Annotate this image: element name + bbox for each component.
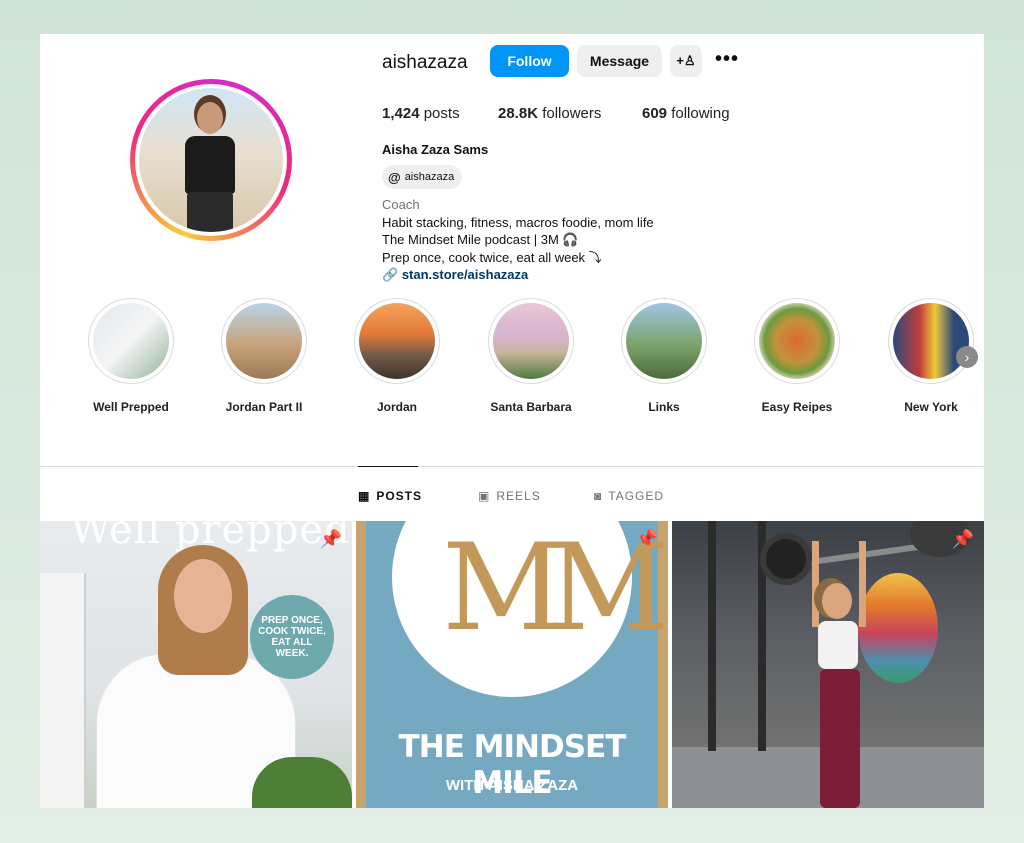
bio-line: The Mindset Mile podcast | 3M 🎧 xyxy=(382,232,579,247)
threads-badge[interactable]: @ aishazaza xyxy=(382,165,463,189)
post-tile[interactable]: Well prepped PREP ONCE, COOK TWICE, EAT … xyxy=(40,521,352,808)
pin-icon: 📌 xyxy=(951,529,974,549)
following-count[interactable]: 609 following xyxy=(642,105,730,122)
post-subtitle-text: WITH AISHA ZAZA xyxy=(445,777,579,794)
profile-link[interactable]: 🔗 stan.store/aishazaza xyxy=(382,266,654,284)
highlight-item[interactable]: Santa Barbara xyxy=(476,298,586,414)
podcast-logo: MM xyxy=(442,521,668,658)
highlights-next-button[interactable]: › xyxy=(956,346,978,368)
highlight-item[interactable]: Easy Reipes xyxy=(742,298,852,414)
tagged-icon: ◙ xyxy=(594,489,603,503)
tab-posts[interactable]: ▦ POSTS xyxy=(358,489,422,503)
threads-handle: aishazaza xyxy=(404,171,455,183)
follow-button[interactable]: Follow xyxy=(490,45,569,77)
pin-icon: 📌 xyxy=(635,529,658,549)
post-badge-text: PREP ONCE, COOK TWICE, EAT ALL WEEK. xyxy=(250,595,334,679)
highlight-item[interactable]: Links xyxy=(609,298,719,414)
story-highlights: Well Prepped Jordan Part II Jordan Santa… xyxy=(76,298,976,418)
post-tile[interactable]: 📌 xyxy=(672,521,984,808)
tabs-divider xyxy=(40,466,984,467)
message-button[interactable]: Message xyxy=(577,45,662,77)
active-tab-indicator xyxy=(358,466,418,467)
username: aishazaza xyxy=(382,52,468,73)
highlight-item[interactable]: Jordan Part II xyxy=(209,298,319,414)
add-user-icon[interactable]: +♙ xyxy=(670,45,702,77)
grid-icon: ▦ xyxy=(358,489,371,503)
profile-avatar-ring[interactable] xyxy=(130,79,292,241)
posts-count[interactable]: 1,424 posts xyxy=(382,105,460,122)
full-name: Aisha Zaza Sams xyxy=(382,142,489,157)
link-icon: 🔗 xyxy=(382,267,402,282)
reels-icon: ▣ xyxy=(478,489,491,503)
followers-count[interactable]: 28.8K followers xyxy=(498,105,601,122)
bio: Coach Habit stacking, fitness, macros fo… xyxy=(382,196,654,284)
bio-line: Habit stacking, fitness, macros foodie, … xyxy=(382,214,654,230)
avatar xyxy=(139,88,283,232)
post-tile[interactable]: MM THE MINDSET MILE WITH AISHA ZAZA 📌 xyxy=(356,521,668,808)
profile-card: aishazaza Follow Message +♙ ••• 1,424 po… xyxy=(40,34,984,808)
bio-line: Prep once, cook twice, eat all week ⤵ xyxy=(382,249,602,265)
category-label: Coach xyxy=(382,197,420,212)
pin-icon: 📌 xyxy=(319,529,342,549)
threads-icon: @ xyxy=(388,169,401,185)
tab-reels[interactable]: ▣ REELS xyxy=(478,489,541,503)
tab-tagged[interactable]: ◙ TAGGED xyxy=(594,489,664,503)
more-options-icon[interactable]: ••• xyxy=(715,48,739,71)
highlight-item[interactable]: Well Prepped xyxy=(76,298,186,414)
highlight-item[interactable]: Jordan xyxy=(342,298,452,414)
